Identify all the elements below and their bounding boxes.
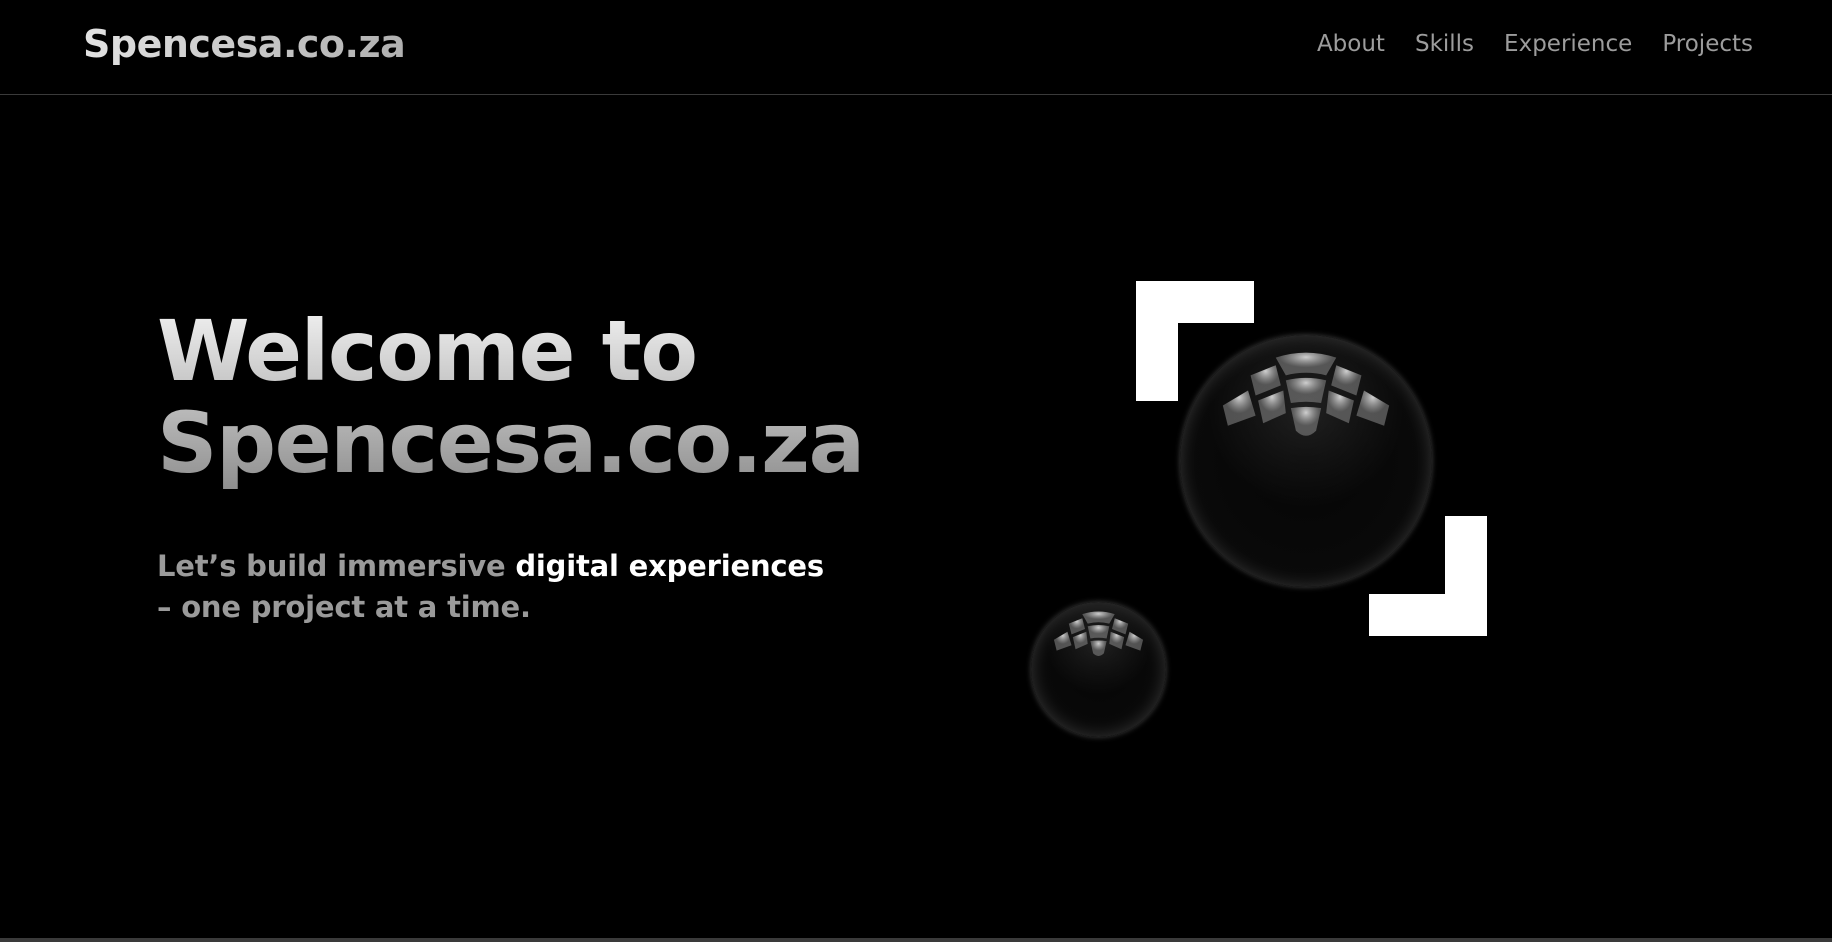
nav-link-about[interactable]: About (1317, 31, 1385, 57)
hero-title-line-1: Welcome to (157, 302, 697, 400)
tagline-muted: Let’s build immersive (157, 549, 506, 583)
glass-sphere-large (1180, 335, 1432, 587)
nav-link-experience[interactable]: Experience (1504, 31, 1632, 57)
sphere-reflection-icon (1222, 352, 1390, 436)
glass-sphere-small (1031, 602, 1166, 737)
hero-tagline: Let’s build immersive digital experience… (157, 546, 824, 628)
hero-title-line-2: Spencesa.co.za (157, 394, 864, 492)
nav-link-skills[interactable]: Skills (1415, 31, 1474, 57)
tagline-highlight: digital experiences (515, 549, 824, 583)
brand-logo-link[interactable]: Spencesa.co.za (83, 22, 406, 66)
sphere-reflection-icon (1053, 611, 1144, 656)
hero-title: Welcome to Spencesa.co.za (157, 305, 864, 489)
tagline-line-2: – one project at a time. (157, 590, 531, 624)
nav-link-projects[interactable]: Projects (1662, 31, 1753, 57)
main-nav: About Skills Experience Projects (1317, 31, 1753, 57)
page: Spencesa.co.za About Skills Experience P… (0, 0, 1832, 942)
site-header: Spencesa.co.za About Skills Experience P… (0, 0, 1832, 95)
hero-visual (1020, 270, 1520, 750)
